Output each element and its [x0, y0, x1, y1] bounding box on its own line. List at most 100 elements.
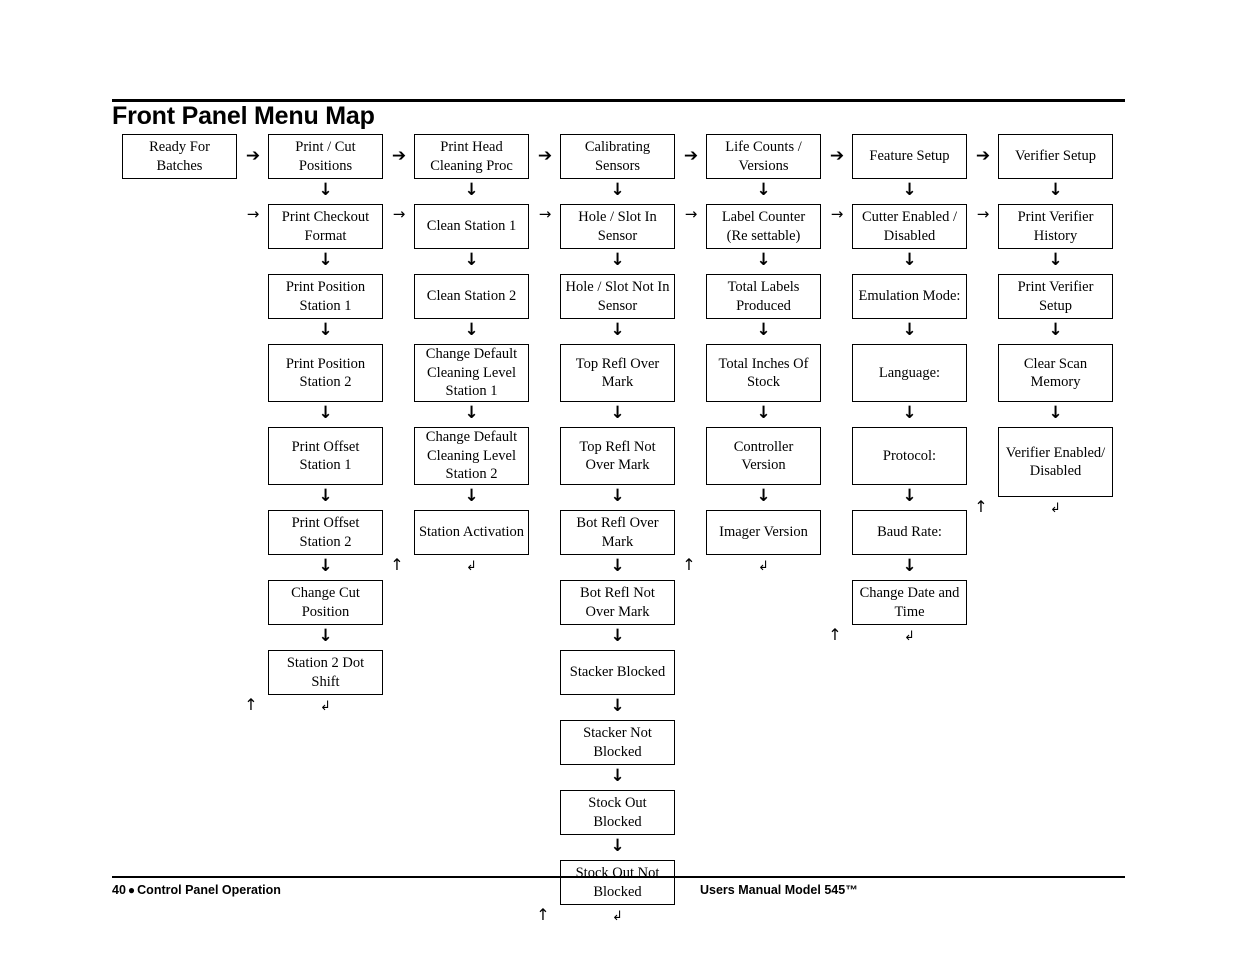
menu-node-life-counts-versions-5[interactable]: Imager Version [706, 510, 821, 555]
menu-node-calibrating-sensors-6[interactable]: Bot Refl Not Over Mark [560, 580, 675, 625]
footer-divider [112, 876, 1125, 878]
menu-node-label: Change Cut Position [291, 585, 360, 620]
menu-node-label: Imager Version [719, 524, 808, 541]
flow-arrow-down: ↓ [464, 250, 479, 270]
menu-node-calibrating-sensors-1[interactable]: Hole / Slot In Sensor [560, 204, 675, 249]
menu-node-print-cut-positions-1[interactable]: Print Checkout Format [268, 204, 383, 249]
menu-node-label: Stacker Not Blocked [583, 725, 652, 760]
menu-node-verifier-setup-3[interactable]: Clear Scan Memory [998, 344, 1113, 402]
menu-node-print-head-cleaning-proc-2[interactable]: Clean Station 2 [414, 274, 529, 319]
flow-arrow-down: ↓ [1048, 403, 1063, 423]
menu-node-print-cut-positions-5[interactable]: Print Offset Station 2 [268, 510, 383, 555]
menu-node-label: Total Inches Of Stock [718, 355, 809, 391]
menu-node-calibrating-sensors-7[interactable]: Stacker Blocked [560, 650, 675, 695]
flow-arrow-down: ↓ [902, 180, 917, 200]
menu-node-feature-setup-6[interactable]: Change Date and Time [852, 580, 967, 625]
menu-node-calibrating-sensors-3[interactable]: Top Refl Over Mark [560, 344, 675, 402]
flow-arrow-right-bold: ➔ [537, 146, 553, 166]
menu-node-print-cut-positions-6[interactable]: Change Cut Position [268, 580, 383, 625]
flow-arrow-down: ↓ [902, 486, 917, 506]
menu-node-calibrating-sensors-0[interactable]: Calibrating Sensors [560, 134, 675, 179]
menu-node-verifier-setup-1[interactable]: Print Verifier History [998, 204, 1113, 249]
flow-arrow-down: ↓ [464, 320, 479, 340]
menu-node-label: Print Head Cleaning Proc [430, 139, 513, 174]
menu-node-feature-setup-5[interactable]: Baud Rate: [852, 510, 967, 555]
menu-node-print-cut-positions-3[interactable]: Print Position Station 2 [268, 344, 383, 402]
menu-node-print-head-cleaning-proc-4[interactable]: Change Default Cleaning Level Station 2 [414, 427, 529, 485]
flow-arrow-down: ↓ [610, 696, 625, 716]
menu-node-label: Hole / Slot Not In Sensor [565, 279, 670, 314]
menu-node-life-counts-versions-1[interactable]: Label Counter (Re settable) [706, 204, 821, 249]
footer-right: Users Manual Model 545™ [700, 883, 858, 897]
menu-node-print-head-cleaning-proc-0[interactable]: Print Head Cleaning Proc [414, 134, 529, 179]
menu-node-label: Clean Station 1 [426, 218, 517, 235]
menu-node-label: Print Offset Station 2 [291, 515, 360, 550]
menu-node-calibrating-sensors-8[interactable]: Stacker Not Blocked [560, 720, 675, 765]
menu-node-print-cut-positions-2[interactable]: Print Position Station 1 [268, 274, 383, 319]
menu-node-ready-for-batches-0[interactable]: Ready For Batches [122, 134, 237, 179]
menu-node-label: Ready For Batches [149, 139, 210, 174]
menu-node-calibrating-sensors-4[interactable]: Top Refl Not Over Mark [560, 427, 675, 485]
flow-arrow-down: ↓ [756, 180, 771, 200]
menu-node-label: Total Labels Produced [727, 279, 800, 314]
menu-node-life-counts-versions-4[interactable]: Controller Version [706, 427, 821, 485]
flow-return-icon: ↲ [320, 699, 331, 714]
menu-node-print-head-cleaning-proc-1[interactable]: Clean Station 1 [414, 204, 529, 249]
menu-node-calibrating-sensors-2[interactable]: Hole / Slot Not In Sensor [560, 274, 675, 319]
menu-node-verifier-setup-4[interactable]: Verifier Enabled/ Disabled [998, 427, 1113, 497]
menu-node-feature-setup-4[interactable]: Protocol: [852, 427, 967, 485]
menu-node-label: Print Position Station 2 [285, 355, 366, 391]
menu-node-verifier-setup-0[interactable]: Verifier Setup [998, 134, 1113, 179]
flow-arrow-down: ↓ [610, 766, 625, 786]
flow-arrow-down: ↓ [610, 403, 625, 423]
menu-node-label: Protocol: [882, 447, 937, 464]
menu-node-label: Station Activation [418, 524, 525, 541]
menu-node-calibrating-sensors-5[interactable]: Bot Refl Over Mark [560, 510, 675, 555]
flow-arrow-down: ↓ [610, 626, 625, 646]
menu-node-label: Print / Cut Positions [295, 139, 356, 174]
menu-node-label: Top Refl Not Over Mark [579, 438, 656, 474]
flow-arrow-down: ↓ [318, 320, 333, 340]
menu-node-label: Top Refl Over Mark [575, 355, 660, 391]
flow-arrow-down: ↓ [756, 403, 771, 423]
menu-node-feature-setup-1[interactable]: Cutter Enabled / Disabled [852, 204, 967, 249]
menu-node-life-counts-versions-0[interactable]: Life Counts / Versions [706, 134, 821, 179]
menu-node-label: Station 2 Dot Shift [286, 655, 365, 690]
menu-node-print-cut-positions-7[interactable]: Station 2 Dot Shift [268, 650, 383, 695]
menu-node-life-counts-versions-3[interactable]: Total Inches Of Stock [706, 344, 821, 402]
menu-node-calibrating-sensors-10[interactable]: Stock Out Not Blocked [560, 860, 675, 905]
flow-arrow-down: ↓ [902, 250, 917, 270]
flow-arrow-down: ↓ [318, 486, 333, 506]
menu-node-print-cut-positions-4[interactable]: Print Offset Station 1 [268, 427, 383, 485]
flow-return-icon: ↲ [758, 559, 769, 574]
menu-node-label: Verifier Enabled/ Disabled [1005, 444, 1106, 480]
menu-node-label: Verifier Setup [1015, 148, 1096, 165]
menu-node-label: Stock Out Not Blocked [575, 865, 660, 900]
menu-node-calibrating-sensors-9[interactable]: Stock Out Blocked [560, 790, 675, 835]
menu-node-print-head-cleaning-proc-3[interactable]: Change Default Cleaning Level Station 1 [414, 344, 529, 402]
flow-arrow-down: ↓ [1048, 320, 1063, 340]
flow-arrow-up: ↑ [682, 555, 696, 574]
flow-arrow-right-bold: ➔ [683, 146, 699, 166]
menu-node-label: Bot Refl Over Mark [576, 515, 659, 550]
flow-arrow-up: ↑ [390, 555, 404, 574]
menu-node-feature-setup-0[interactable]: Feature Setup [852, 134, 967, 179]
menu-node-print-cut-positions-0[interactable]: Print / Cut Positions [268, 134, 383, 179]
flow-arrow-down: ↓ [1048, 250, 1063, 270]
footer-section-label: Control Panel Operation [137, 883, 281, 897]
flow-arrow-down: ↓ [610, 180, 625, 200]
menu-node-label: Change Default Cleaning Level Station 2 [425, 429, 518, 483]
menu-node-label: Controller Version [733, 438, 794, 474]
menu-node-label: Feature Setup [869, 148, 950, 165]
flow-arrow-down: ↓ [610, 486, 625, 506]
menu-node-feature-setup-2[interactable]: Emulation Mode: [852, 274, 967, 319]
menu-node-label: Stacker Blocked [569, 664, 666, 681]
menu-node-label: Baud Rate: [877, 524, 942, 541]
flow-arrow-down: ↓ [610, 320, 625, 340]
menu-node-feature-setup-3[interactable]: Language: [852, 344, 967, 402]
menu-node-print-head-cleaning-proc-5[interactable]: Station Activation [414, 510, 529, 555]
page-title: Front Panel Menu Map [112, 102, 375, 130]
menu-node-life-counts-versions-2[interactable]: Total Labels Produced [706, 274, 821, 319]
menu-node-verifier-setup-2[interactable]: Print Verifier Setup [998, 274, 1113, 319]
flow-arrow-right-bold: ➔ [975, 146, 991, 166]
